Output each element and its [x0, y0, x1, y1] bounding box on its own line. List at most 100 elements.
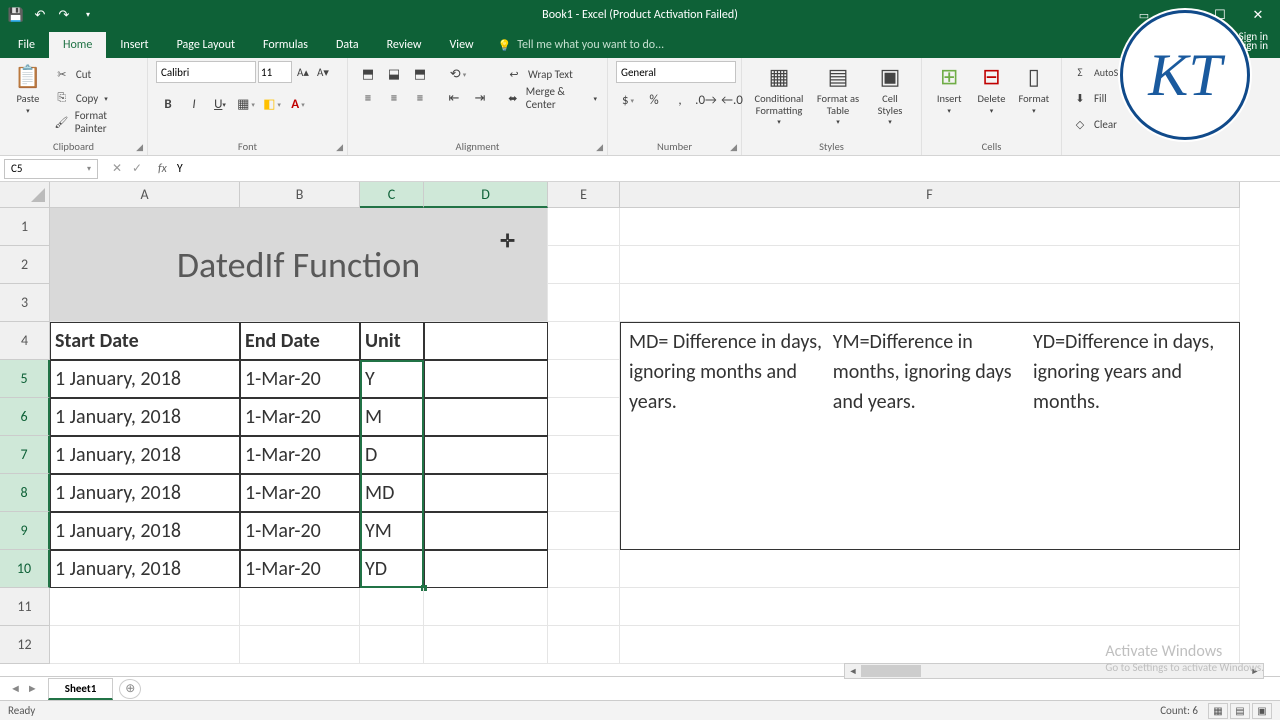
note-box[interactable]: MD= Difference in days, ignoring months … [620, 322, 1240, 550]
cell-E3[interactable] [548, 284, 620, 322]
header-start-date[interactable]: Start Date [50, 322, 240, 360]
format-as-table-button[interactable]: ▤Format as Table▾ [812, 61, 864, 128]
cell-B5[interactable]: 1-Mar-20 [240, 360, 360, 398]
percent-format-icon[interactable]: % [642, 89, 666, 111]
font-color-button[interactable]: A [286, 93, 310, 115]
format-cells-button[interactable]: ▯Format▾ [1015, 61, 1053, 116]
horizontal-scrollbar[interactable]: ◄ ► [844, 663, 1264, 679]
comma-format-icon[interactable]: , [668, 89, 692, 111]
row-header-11[interactable]: 11 [0, 588, 50, 626]
row-header-7[interactable]: 7 [0, 436, 50, 474]
cell-D12[interactable] [424, 626, 548, 664]
row-header-9[interactable]: 9 [0, 512, 50, 550]
cell-B12[interactable] [240, 626, 360, 664]
insert-cells-button[interactable]: ⊞Insert▾ [930, 61, 968, 116]
align-left-icon[interactable]: ≡ [356, 87, 380, 109]
cell-B9[interactable]: 1-Mar-20 [240, 512, 360, 550]
cell-C8[interactable]: MD [360, 474, 424, 512]
scroll-right-icon[interactable]: ► [1247, 666, 1263, 677]
cell-E10[interactable] [548, 550, 620, 588]
cell-E9[interactable] [548, 512, 620, 550]
cell-D8[interactable] [424, 474, 548, 512]
cell-C10[interactable]: YD [360, 550, 424, 588]
cell-E2[interactable] [548, 246, 620, 284]
decrease-decimal-icon[interactable]: ←.0 [720, 89, 744, 111]
cut-button[interactable]: ✂Cut [52, 63, 139, 85]
cell-A6[interactable]: 1 January, 2018 [50, 398, 240, 436]
col-header-F[interactable]: F [620, 182, 1240, 208]
cell-B7[interactable]: 1-Mar-20 [240, 436, 360, 474]
cell-E8[interactable] [548, 474, 620, 512]
cell-D5[interactable] [424, 360, 548, 398]
spreadsheet-grid[interactable]: ABCDEF 123456789101112 DatedIf FunctionS… [0, 182, 1280, 682]
scroll-left-icon[interactable]: ◄ [845, 666, 861, 677]
save-icon[interactable]: 💾 [6, 5, 26, 25]
tab-page-layout[interactable]: Page Layout [163, 32, 249, 58]
cell-A9[interactable]: 1 January, 2018 [50, 512, 240, 550]
cell-F12[interactable] [620, 626, 1240, 664]
header-end-date[interactable]: End Date [240, 322, 360, 360]
cell-C5[interactable]: Y [360, 360, 424, 398]
cell-E5[interactable] [548, 360, 620, 398]
row-header-6[interactable]: 6 [0, 398, 50, 436]
accounting-format-icon[interactable]: $ [616, 89, 640, 111]
copy-button[interactable]: ⎘Copy▾ [52, 87, 139, 109]
align-middle-icon[interactable]: ⬓ [382, 63, 406, 85]
col-header-A[interactable]: A [50, 182, 240, 208]
font-name-select[interactable] [156, 61, 256, 83]
cell-E6[interactable] [548, 398, 620, 436]
row-header-4[interactable]: 4 [0, 322, 50, 360]
cell-B10[interactable]: 1-Mar-20 [240, 550, 360, 588]
merge-center-button[interactable]: ⬌Merge & Center▾ [504, 87, 599, 109]
cell-C7[interactable]: D [360, 436, 424, 474]
cell-B6[interactable]: 1-Mar-20 [240, 398, 360, 436]
row-header-10[interactable]: 10 [0, 550, 50, 588]
cell-A11[interactable] [50, 588, 240, 626]
tell-me-search[interactable]: 💡Tell me what you want to do... [488, 32, 675, 58]
redo-icon[interactable]: ↷ [54, 5, 74, 25]
tab-review[interactable]: Review [373, 32, 436, 58]
title-cell[interactable]: DatedIf Function [50, 208, 548, 322]
select-all-corner[interactable] [0, 182, 50, 208]
formula-input[interactable] [173, 162, 1280, 176]
wrap-text-button[interactable]: ↩Wrap Text [504, 63, 599, 85]
cell-D6[interactable] [424, 398, 548, 436]
underline-button[interactable]: U▾ [208, 93, 232, 115]
cell-C6[interactable]: M [360, 398, 424, 436]
decrease-indent-icon[interactable]: ⇤ [442, 87, 466, 109]
font-size-select[interactable] [258, 61, 292, 83]
header-d4[interactable] [424, 322, 548, 360]
row-header-2[interactable]: 2 [0, 246, 50, 284]
number-format-select[interactable] [616, 61, 736, 83]
increase-decimal-icon[interactable]: .0→ [694, 89, 718, 111]
view-normal-icon[interactable]: ▦ [1208, 703, 1228, 719]
cell-E11[interactable] [548, 588, 620, 626]
cell-C12[interactable] [360, 626, 424, 664]
cell-F10[interactable] [620, 550, 1240, 588]
cancel-formula-icon[interactable]: ✕ [108, 161, 126, 176]
tab-view[interactable]: View [436, 32, 488, 58]
clipboard-launcher-icon[interactable]: ◢ [136, 142, 143, 153]
undo-icon[interactable]: ↶ [30, 5, 50, 25]
cell-F1[interactable] [620, 208, 1240, 246]
row-header-1[interactable]: 1 [0, 208, 50, 246]
font-launcher-icon[interactable]: ◢ [336, 142, 343, 153]
fill-button[interactable]: ⬇Fill [1070, 87, 1109, 109]
align-center-icon[interactable]: ≡ [382, 87, 406, 109]
format-painter-button[interactable]: 🖌Format Painter [52, 111, 139, 133]
cell-B11[interactable] [240, 588, 360, 626]
row-header-5[interactable]: 5 [0, 360, 50, 398]
cell-F2[interactable] [620, 246, 1240, 284]
cell-C11[interactable] [360, 588, 424, 626]
col-header-E[interactable]: E [548, 182, 620, 208]
conditional-formatting-button[interactable]: ▦Conditional Formatting▾ [750, 61, 808, 128]
align-right-icon[interactable]: ≡ [408, 87, 432, 109]
number-launcher-icon[interactable]: ◢ [730, 142, 737, 153]
fx-icon[interactable]: fx [152, 162, 173, 176]
col-header-D[interactable]: D [424, 182, 548, 208]
cell-A8[interactable]: 1 January, 2018 [50, 474, 240, 512]
italic-button[interactable]: I [182, 93, 206, 115]
increase-indent-icon[interactable]: ⇥ [468, 87, 492, 109]
cell-D10[interactable] [424, 550, 548, 588]
shrink-font-icon[interactable]: A▾ [314, 61, 332, 83]
